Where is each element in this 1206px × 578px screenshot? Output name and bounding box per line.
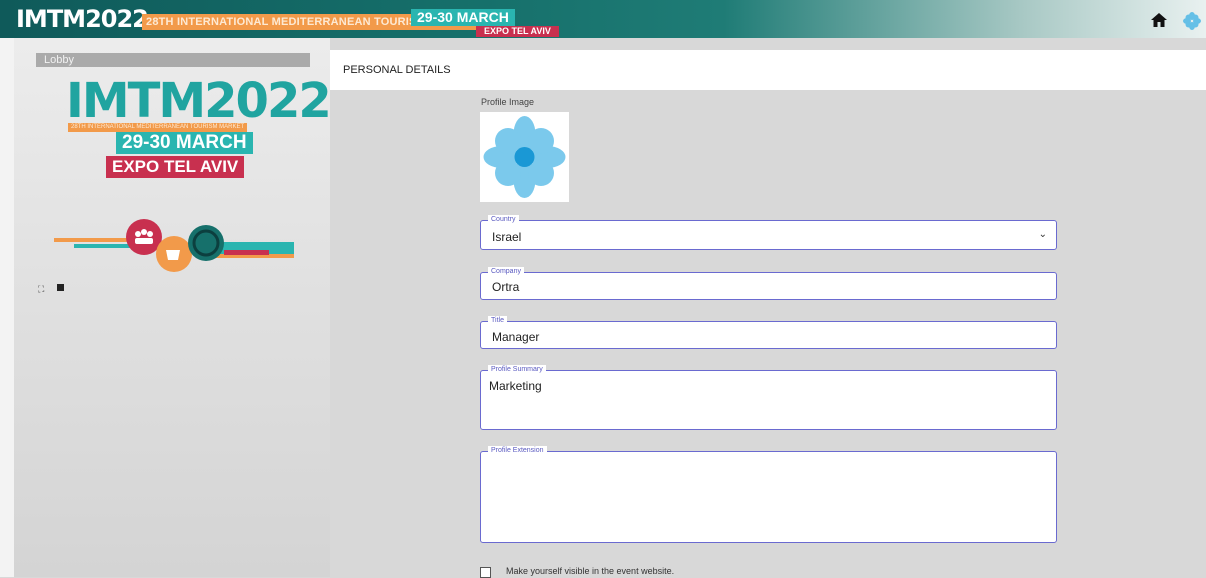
event-logo: IMTM2022 28TH INTERNATIONAL MEDITERRANEA… <box>60 76 332 186</box>
profile-flower-icon[interactable] <box>1182 11 1202 31</box>
event-logo-venue: EXPO TEL AVIV <box>106 156 245 178</box>
title-value: Manager <box>492 330 540 344</box>
profile-summary-value: Marketing <box>489 379 542 393</box>
company-field[interactable]: Company Ortra <box>480 267 1057 300</box>
banner-date: 29-30 MARCH <box>411 9 515 26</box>
chevron-down-icon[interactable]: ⌄ <box>1039 229 1047 240</box>
company-value: Ortra <box>492 280 520 294</box>
banner-logo-year: 2022 <box>85 5 149 33</box>
country-select[interactable]: Country Israel ⌄ <box>480 215 1057 250</box>
visibility-checkbox[interactable] <box>480 567 491 578</box>
stop-icon[interactable] <box>57 284 64 291</box>
banner-logo-word: IMTM <box>16 5 86 33</box>
event-logo-year: 2022 <box>204 73 332 129</box>
country-value: Israel <box>492 230 522 244</box>
banner-venue: EXPO TEL AVIV <box>476 26 559 37</box>
event-logo-word: IMTM2022 <box>66 73 332 129</box>
event-logo-subtitle: 28TH INTERNATIONAL MEDITERRANEAN TOURISM… <box>68 123 248 132</box>
event-logo-date: 29-30 MARCH <box>116 132 253 154</box>
profile-image[interactable] <box>480 112 569 202</box>
event-graphic <box>54 219 294 272</box>
profile-summary-textarea[interactable]: Profile Summary Marketing <box>480 365 1057 430</box>
section-title: PERSONAL DETAILS <box>343 64 451 76</box>
visibility-checkbox-label: Make yourself visible in the event websi… <box>506 566 675 576</box>
lobby-label[interactable]: Lobby <box>36 53 310 67</box>
expand-icon[interactable]: ⛶ <box>38 284 44 295</box>
profile-extension-label: Profile Extension <box>488 446 547 456</box>
event-logo-name: IMTM <box>66 73 206 129</box>
banner-logo: IMTM2022 <box>16 5 149 33</box>
title-label: Title <box>488 316 507 326</box>
profile-summary-label: Profile Summary <box>488 365 546 375</box>
left-panel-edge <box>0 38 14 577</box>
home-icon[interactable] <box>1150 11 1168 29</box>
country-label: Country <box>488 215 519 225</box>
section-header: PERSONAL DETAILS <box>330 50 1206 90</box>
profile-extension-textarea[interactable]: Profile Extension <box>480 446 1057 543</box>
top-banner: IMTM2022 28TH INTERNATIONAL MEDITERRANEA… <box>0 0 1206 38</box>
title-field[interactable]: Title Manager <box>480 316 1057 349</box>
company-label: Company <box>488 267 524 277</box>
profile-image-label: Profile Image <box>481 97 535 107</box>
